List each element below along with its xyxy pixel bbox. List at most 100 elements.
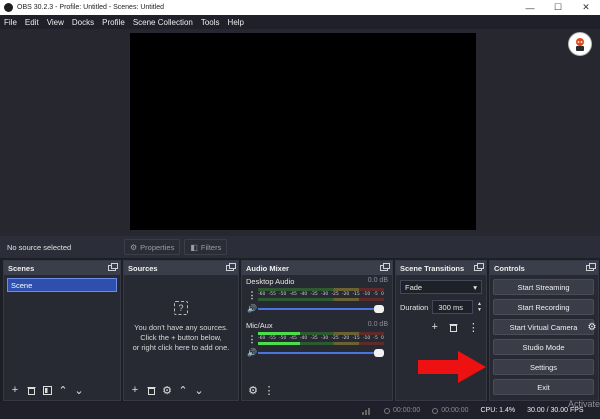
duration-stepper[interactable]: ▲ ▼ xyxy=(477,301,482,313)
meter-scale: -60 -55 -50 -45 -40 -35 -30 -25 -20 -15 -10 -5 0 xyxy=(258,335,384,341)
minimize-button[interactable]: — xyxy=(516,0,544,15)
chevron-up-icon[interactable]: ⌃ xyxy=(56,383,70,397)
controls-header: Controls xyxy=(490,261,598,275)
undock-icon[interactable] xyxy=(586,263,596,271)
duration-input[interactable]: 300 ms xyxy=(432,300,474,314)
menu-tools[interactable]: Tools xyxy=(201,18,220,27)
stream-time-value: 00:00:00 xyxy=(393,407,421,414)
properties-button[interactable]: ⚙ Properties xyxy=(124,239,181,255)
properties-label: Properties xyxy=(140,242,175,252)
audio-mixer-footer: ⚙ ⋮ xyxy=(242,380,392,400)
menu-view[interactable]: View xyxy=(47,18,64,27)
slider-knob[interactable] xyxy=(374,348,384,357)
menu-file[interactable]: File xyxy=(4,18,17,27)
chevron-up-icon[interactable]: ⌃ xyxy=(176,383,190,397)
undock-icon[interactable] xyxy=(474,263,484,271)
close-button[interactable]: ✕ xyxy=(572,0,600,15)
record-time-value: 00:00:00 xyxy=(441,407,469,414)
cpu-usage: CPU: 1.4% xyxy=(480,407,516,414)
scenes-dock: Scenes Scene + ⌃ ⌄ xyxy=(3,260,121,401)
scene-transitions-title: Scene Transitions xyxy=(400,263,465,273)
empty-line-1: You don't have any sources. xyxy=(134,323,228,332)
sources-dock: Sources ? You don't have any sources. Cl… xyxy=(123,260,239,401)
chevron-down-icon[interactable]: ⌄ xyxy=(192,383,206,397)
slider-knob[interactable] xyxy=(374,304,384,313)
empty-line-3: or right click here to add one. xyxy=(132,343,230,352)
transition-select[interactable]: Fade ▾ xyxy=(400,280,482,294)
start-streaming-button[interactable]: Start Streaming xyxy=(493,279,594,295)
menu-profile[interactable]: Profile xyxy=(102,18,125,27)
channel-name: Desktop Audio xyxy=(246,277,295,286)
record-time: 00:00:00 xyxy=(432,407,469,414)
undock-icon[interactable] xyxy=(108,263,118,271)
question-icon: ? xyxy=(174,301,188,315)
activate-watermark: Activate xyxy=(567,399,600,409)
sources-footer: + ⚙ ⌃ ⌄ xyxy=(124,380,238,400)
add-icon[interactable]: + xyxy=(8,383,22,397)
duration-row: Duration 300 ms ▲ ▼ xyxy=(400,300,482,314)
volume-meter: -60 -55 -50 -45 -40 -35 -30 -25 -20 -15 -10 -5 0 xyxy=(258,332,384,346)
add-icon[interactable]: + xyxy=(128,383,142,397)
filter-icon: ◧ xyxy=(190,242,198,252)
red-arrow-icon xyxy=(418,351,486,383)
trash-icon[interactable] xyxy=(447,320,460,334)
undock-icon[interactable] xyxy=(380,263,390,271)
audio-mixer-dock: Audio Mixer Desktop Audio 0.0 dB ⋮ -60 -5… xyxy=(241,260,393,401)
maximize-button[interactable]: ☐ xyxy=(544,0,572,15)
gear-icon[interactable]: ⚙ xyxy=(585,319,599,335)
trash-icon[interactable] xyxy=(144,383,158,397)
menu-help[interactable]: Help xyxy=(228,18,244,27)
kebab-menu-icon[interactable]: ⋮ xyxy=(262,383,276,397)
menu-bar: File Edit View Docks Profile Scene Colle… xyxy=(0,15,600,29)
sources-header: Sources xyxy=(124,261,238,275)
transition-buttons: + ⋮ xyxy=(428,320,486,334)
chevron-down-icon: ▾ xyxy=(473,282,477,292)
channel-name: Mic/Aux xyxy=(246,321,273,330)
volume-slider[interactable] xyxy=(258,348,384,357)
start-recording-button[interactable]: Start Recording xyxy=(493,299,594,315)
kebab-menu-icon[interactable]: ⋮ xyxy=(246,334,258,345)
undock-icon[interactable] xyxy=(226,263,236,271)
filters-label: Filters xyxy=(200,242,222,252)
menu-edit[interactable]: Edit xyxy=(25,18,39,27)
menu-docks[interactable]: Docks xyxy=(72,18,94,27)
exit-button[interactable]: Exit xyxy=(493,379,594,395)
sources-empty-state[interactable]: ? You don't have any sources. Click the … xyxy=(124,301,238,353)
volume-slider[interactable] xyxy=(258,304,384,313)
add-icon[interactable]: + xyxy=(428,320,441,334)
meter-scale: -60 -55 -50 -45 -40 -35 -30 -25 -20 -15 -10 -5 0 xyxy=(258,291,384,297)
channel-db: 0.0 dB xyxy=(367,321,388,328)
gear-icon[interactable]: ⚙ xyxy=(160,383,174,397)
trash-icon[interactable] xyxy=(24,383,38,397)
preview-area xyxy=(0,29,600,236)
audio-mixer-title: Audio Mixer xyxy=(246,263,289,273)
stream-status-icon xyxy=(384,407,390,414)
audio-mixer-header: Audio Mixer xyxy=(242,261,392,275)
scenes-header: Scenes xyxy=(4,261,120,275)
no-source-label: No source selected xyxy=(7,242,72,252)
volume-meter: -60 -55 -50 -45 -40 -35 -30 -25 -20 -15 -10 -5 0 xyxy=(258,288,384,302)
speaker-icon[interactable]: 🔊 xyxy=(246,348,258,357)
mixer-channel: Mic/Aux 0.0 dB ⋮ -60 -55 -50 -45 -40 -35 -30 -2… xyxy=(242,319,392,363)
title-bar: OBS 30.2.3 - Profile: Untitled - Scenes:… xyxy=(0,0,600,15)
start-virtual-camera-button[interactable]: Start Virtual Camera xyxy=(493,319,594,335)
duration-label: Duration xyxy=(400,302,429,312)
preview-canvas[interactable] xyxy=(130,33,476,230)
scene-item[interactable]: Scene xyxy=(7,278,117,292)
chevron-down-icon[interactable]: ⌄ xyxy=(72,383,86,397)
chevron-down-icon[interactable]: ▼ xyxy=(477,307,482,313)
settings-button[interactable]: Settings xyxy=(493,359,594,375)
filters-button[interactable]: ◧ Filters xyxy=(184,239,228,255)
kebab-menu-icon[interactable]: ⋮ xyxy=(246,290,258,301)
mixer-channel: Desktop Audio 0.0 dB ⋮ -60 -55 -50 -45 -40 -3… xyxy=(242,275,392,319)
gear-icon: ⚙ xyxy=(130,242,138,252)
duration-value: 300 ms xyxy=(438,302,463,312)
studio-mode-button[interactable]: Studio Mode xyxy=(493,339,594,355)
filter-icon[interactable] xyxy=(40,383,54,397)
record-status-icon xyxy=(432,407,439,414)
speaker-icon[interactable]: 🔊 xyxy=(246,304,258,313)
channel-db: 0.0 dB xyxy=(367,277,388,284)
kebab-menu-icon[interactable]: ⋮ xyxy=(467,320,480,334)
menu-scene-collection[interactable]: Scene Collection xyxy=(133,18,193,27)
advanced-audio-icon[interactable]: ⚙ xyxy=(246,383,260,397)
